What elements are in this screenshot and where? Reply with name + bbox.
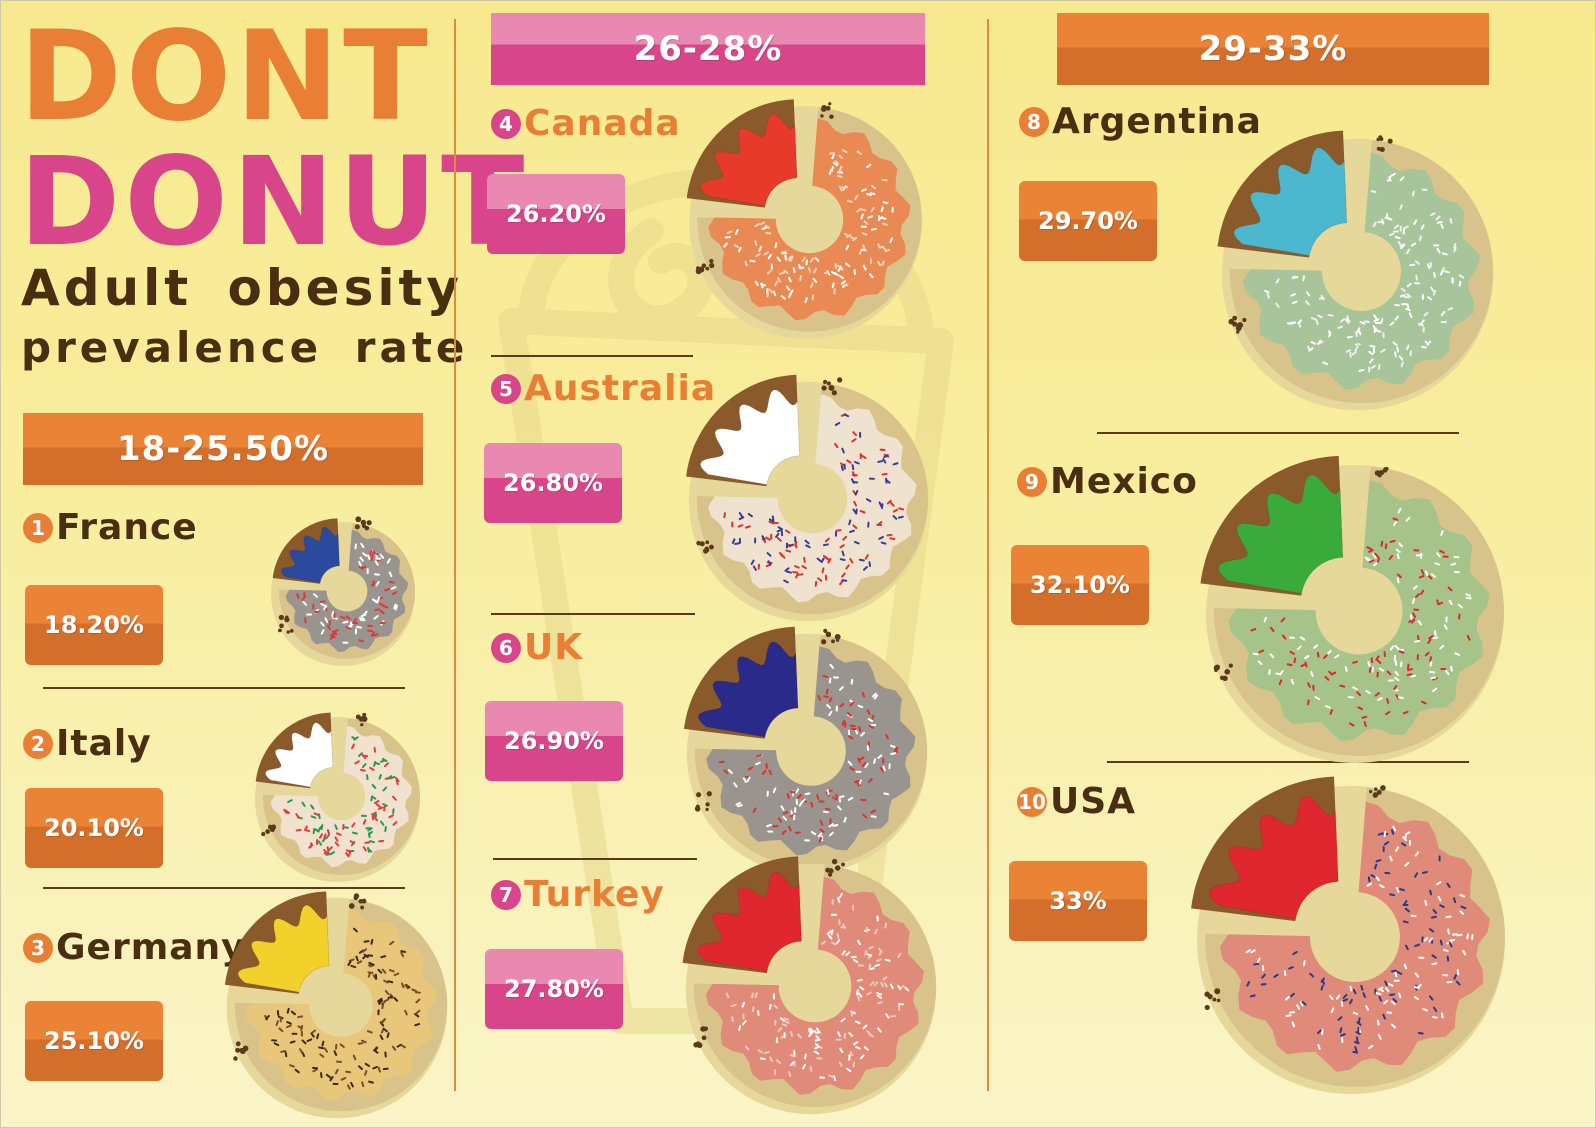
donut-mark <box>686 98 922 339</box>
donut-mark <box>682 856 937 1115</box>
rank-badge: 9 <box>1017 466 1047 497</box>
country-label: 1 France <box>23 507 198 548</box>
band-header-high: 29-33% <box>1057 13 1489 85</box>
value-label: 26.20% <box>487 174 625 254</box>
title-line-2: DONUT <box>19 131 529 273</box>
rank-badge: 1 <box>23 512 53 543</box>
country-label: 4 Canada <box>491 103 681 144</box>
separator <box>43 687 405 689</box>
rank-badge: 2 <box>23 728 53 759</box>
title-line-1: DONT <box>19 5 432 149</box>
value-label: 27.80% <box>485 949 623 1029</box>
donut-mark <box>224 891 448 1119</box>
country-name: USA <box>1050 781 1137 822</box>
country-name: Turkey <box>524 874 665 915</box>
value-label: 26.80% <box>484 443 622 523</box>
donut-mark <box>1200 455 1505 764</box>
subtitle-line-2: prevalence rate <box>21 323 469 372</box>
value-label: 33% <box>1009 861 1147 941</box>
band-header-mid: 26-28% <box>491 13 925 85</box>
column-divider <box>987 19 989 1091</box>
value-label: 26.90% <box>485 701 623 781</box>
rank-badge: 8 <box>1019 106 1049 137</box>
subtitle-line-1: Adult obesity <box>21 259 463 317</box>
donut-mark <box>1217 130 1493 410</box>
value-label: 25.10% <box>25 1001 163 1081</box>
rank-badge: 4 <box>491 108 521 139</box>
rank-badge: 6 <box>491 632 521 663</box>
band-header-low: 18-25.50% <box>23 413 423 485</box>
country-name: Canada <box>524 103 681 144</box>
separator <box>491 355 693 357</box>
country-label: 6 UK <box>491 627 583 668</box>
rank-badge: 3 <box>23 932 53 963</box>
country-name: France <box>56 507 198 548</box>
donut-mark <box>254 712 420 882</box>
value-label: 20.10% <box>25 788 163 868</box>
country-label: 7 Turkey <box>491 874 665 915</box>
country-name: Italy <box>56 723 152 764</box>
infographic: { "title": {"line1": "DONT", "line2": "D… <box>0 0 1596 1128</box>
donut-mark <box>271 516 415 666</box>
value-label: 29.70% <box>1019 181 1157 261</box>
rank-badge: 5 <box>491 373 521 404</box>
donut-mark <box>1191 776 1505 1094</box>
country-label: 9 Mexico <box>1017 461 1198 502</box>
country-name: UK <box>524 627 584 668</box>
rank-badge: 7 <box>491 879 521 910</box>
value-label: 18.20% <box>25 585 163 665</box>
value-label: 32.10% <box>1011 545 1149 625</box>
rank-badge: 10 <box>1017 786 1047 817</box>
country-label: 2 Italy <box>23 723 152 764</box>
country-label: 10 USA <box>1017 781 1136 822</box>
